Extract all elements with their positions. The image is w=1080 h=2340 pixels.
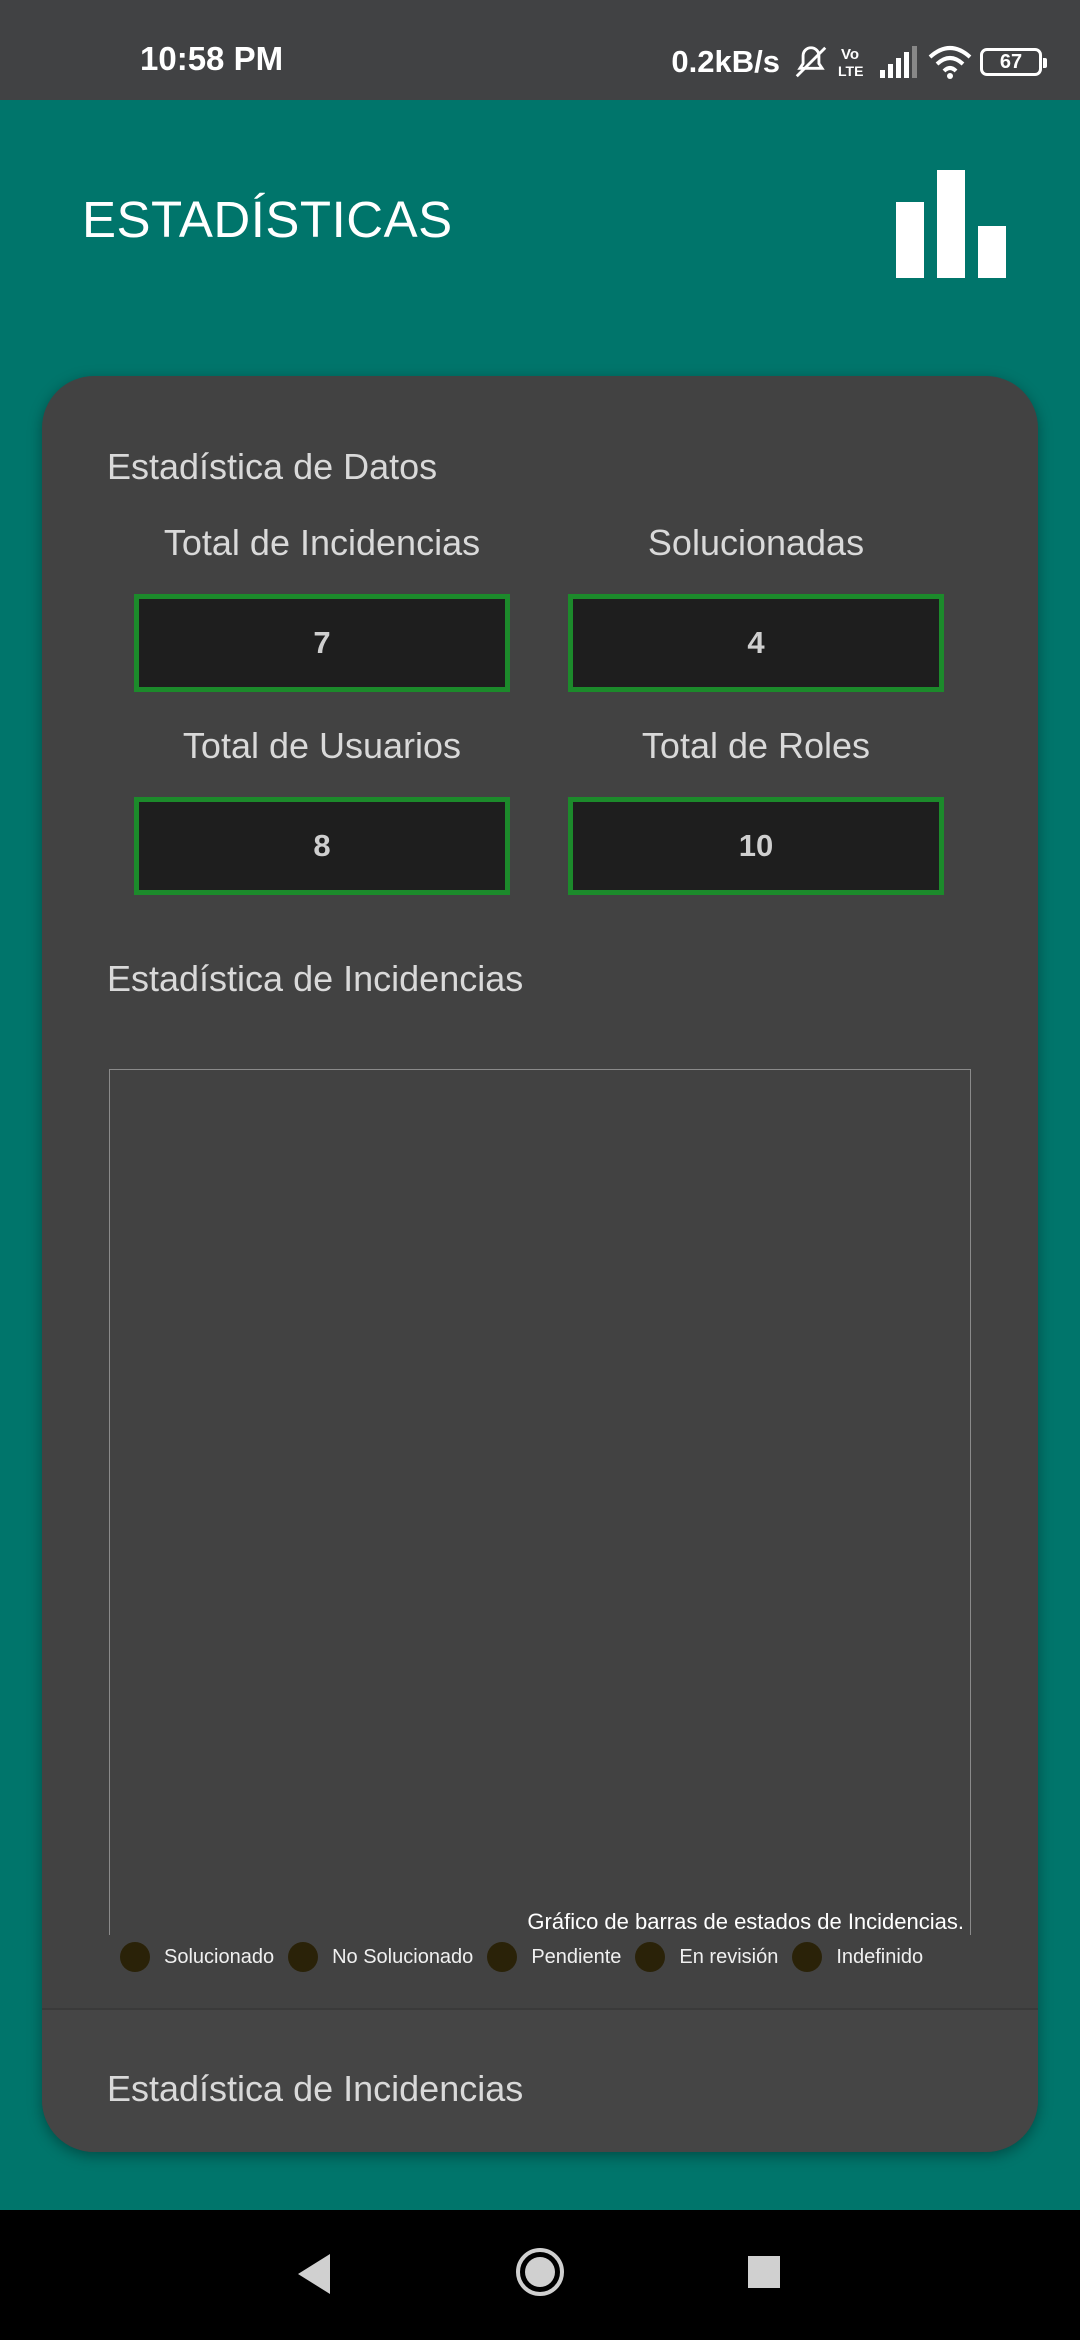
navigation-bar (0, 2210, 1080, 2340)
legend-label: Pendiente (531, 1945, 622, 1968)
app-header: ESTADÍSTICAS (0, 100, 1080, 340)
section-title-incidencias-2: Estadística de Incidencias (107, 2068, 524, 2109)
legend-dot (487, 1942, 518, 1972)
legend-dot (120, 1942, 150, 1972)
legend-item-indefinido: Indefinido (792, 1942, 923, 1972)
svg-text:Vo: Vo (841, 46, 859, 63)
stat-value-solucionadas: 4 (568, 594, 944, 692)
legend-dot (635, 1942, 666, 1972)
legend-label: En revisión (679, 1945, 779, 1968)
wifi-icon (928, 45, 972, 79)
stat-label-total-incidencias: Total de Incidencias (163, 522, 481, 563)
mute-bell-icon (792, 43, 830, 81)
section-title-incidencias: Estadística de Incidencias (107, 958, 524, 999)
volte-icon: Vo LTE (838, 44, 872, 80)
legend-dot (288, 1942, 319, 1972)
bar-chart-icon (896, 170, 1006, 283)
home-button[interactable] (514, 2246, 566, 2303)
legend-label: Solucionado (164, 1945, 275, 1968)
legend-dot (792, 1942, 823, 1972)
stat-value-total-incidencias: 7 (134, 594, 510, 692)
legend-item-pendiente: Pendiente (487, 1942, 621, 1972)
stat-label-total-usuarios: Total de Usuarios (182, 725, 462, 766)
statistics-card: Estadística de Datos Total de Incidencia… (42, 376, 1038, 2152)
svg-text:LTE: LTE (838, 63, 863, 79)
stat-value-total-usuarios: 8 (134, 797, 510, 895)
chart-description: Gráfico de barras de estados de Incidenc… (527, 1909, 964, 1934)
status-time: 10:58 PM (140, 40, 284, 77)
legend-item-en-revision: En revisión (635, 1942, 778, 1972)
recents-button[interactable] (746, 2254, 782, 2295)
incidencias-bar-chart: Gráfico de barras de estados de Incidenc… (109, 1069, 971, 1935)
stat-label-solucionadas: Solucionadas (647, 522, 865, 563)
legend-label: No Solucionado (332, 1945, 474, 1968)
status-bar: 10:58 PM 0.2kB/s Vo LTE 67 (0, 0, 1080, 100)
section-title-datos: Estadística de Datos (107, 446, 438, 487)
net-speed: 0.2kB/s (671, 44, 780, 79)
back-button[interactable] (296, 2248, 332, 2305)
stat-value-total-roles: 10 (568, 797, 944, 895)
legend-item-no-solucionado: No Solucionado (288, 1942, 473, 1972)
page-title: ESTADÍSTICAS (82, 191, 453, 248)
card-footer: Estadística de Incidencias (42, 2010, 1038, 2152)
status-icons: 0.2kB/s Vo LTE 67 (671, 40, 1047, 84)
legend-item-solucionado: Solucionado (120, 1942, 274, 1972)
battery-icon: 67 (980, 48, 1047, 76)
chart-legend: Solucionado No Solucionado Pendiente En … (120, 1942, 937, 1972)
legend-label: Indefinido (836, 1945, 924, 1968)
signal-icon (880, 46, 920, 78)
stat-label-total-roles: Total de Roles (641, 725, 871, 766)
